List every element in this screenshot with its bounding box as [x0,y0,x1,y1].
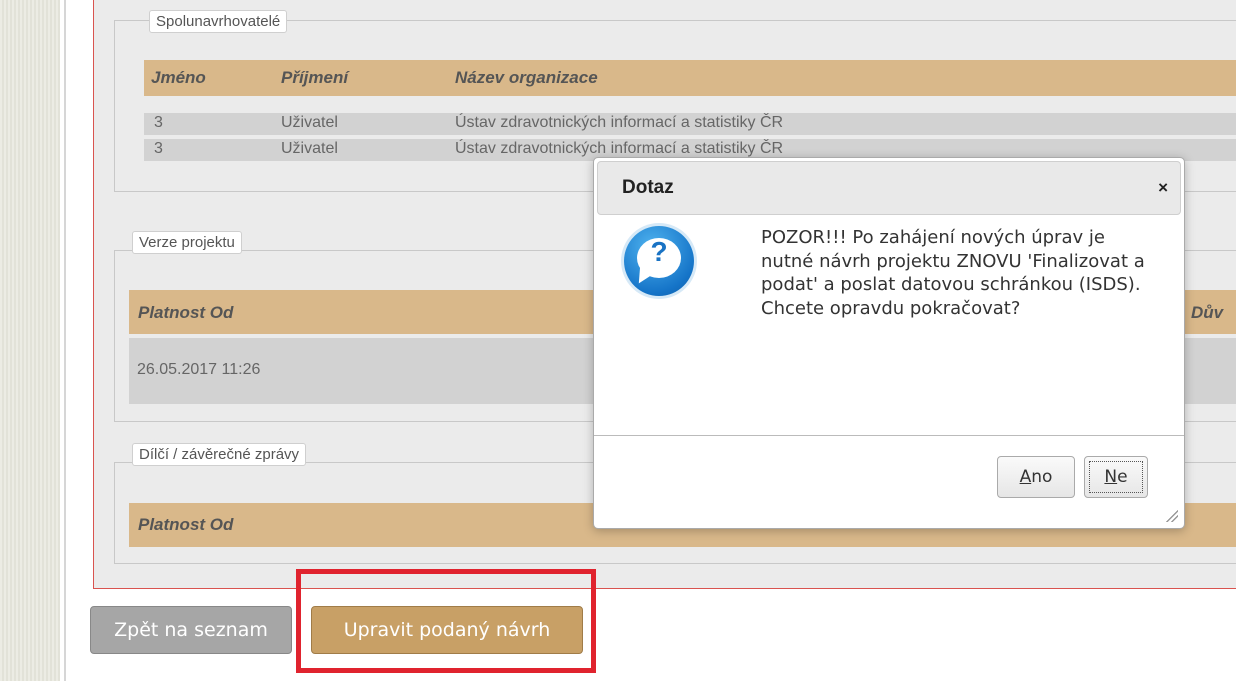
question-mark-glyph: ? [650,236,668,267]
col-header-first-name: Jméno [151,68,206,87]
confirm-dialog: Dotaz × ? POZOR!!! Po zahájení nových úp… [593,157,1185,529]
col-header-valid-from: Platnost Od [138,515,234,534]
left-background-strip [0,0,60,681]
dialog-separator [594,435,1184,436]
dialog-title: Dotaz [622,177,674,198]
reports-legend: Dílčí / závěrečné zprávy [132,443,307,466]
yes-button[interactable]: Ano [997,456,1075,498]
co-applicants-table-header: Jméno Příjmení Název organizace [144,60,1236,96]
cell-organization: Ústav zdravotnických informací a statist… [455,140,784,157]
col-header-last-name: Příjmení [281,68,349,87]
col-header-reason: Dův [1191,303,1224,322]
dialog-message: POZOR!!! Po zahájení nových úprav je nut… [761,227,1145,319]
cell-last-name: Uživatel [281,114,338,131]
yes-label: no [1031,467,1053,487]
col-header-organization: Název organizace [455,68,598,87]
close-icon[interactable]: × [1158,178,1168,198]
table-row[interactable]: 3 Uživatel Ústav zdravotnických informac… [144,113,1236,135]
dialog-titlebar[interactable]: Dotaz × [597,161,1181,215]
question-icon: ? [624,226,694,296]
cell-first-name: 3 [154,140,163,157]
cell-first-name: 3 [154,114,163,131]
back-to-list-button[interactable]: Zpět na seznam [90,606,292,654]
no-button[interactable]: Ne [1084,456,1148,498]
co-applicants-legend: Spolunavrhovatelé [149,10,288,33]
resize-grip-icon[interactable] [1166,510,1178,522]
outer-border-line [64,0,66,681]
cell-organization: Ústav zdravotnických informací a statist… [455,114,784,131]
highlight-annotation-box [296,569,596,673]
project-versions-legend: Verze projektu [132,231,242,254]
col-header-valid-from: Platnost Od [138,303,234,322]
yes-accelerator: A [1019,467,1032,487]
cell-valid-from: 26.05.2017 11:26 [137,361,261,378]
cell-last-name: Uživatel [281,140,338,157]
focus-ring [1089,461,1143,493]
